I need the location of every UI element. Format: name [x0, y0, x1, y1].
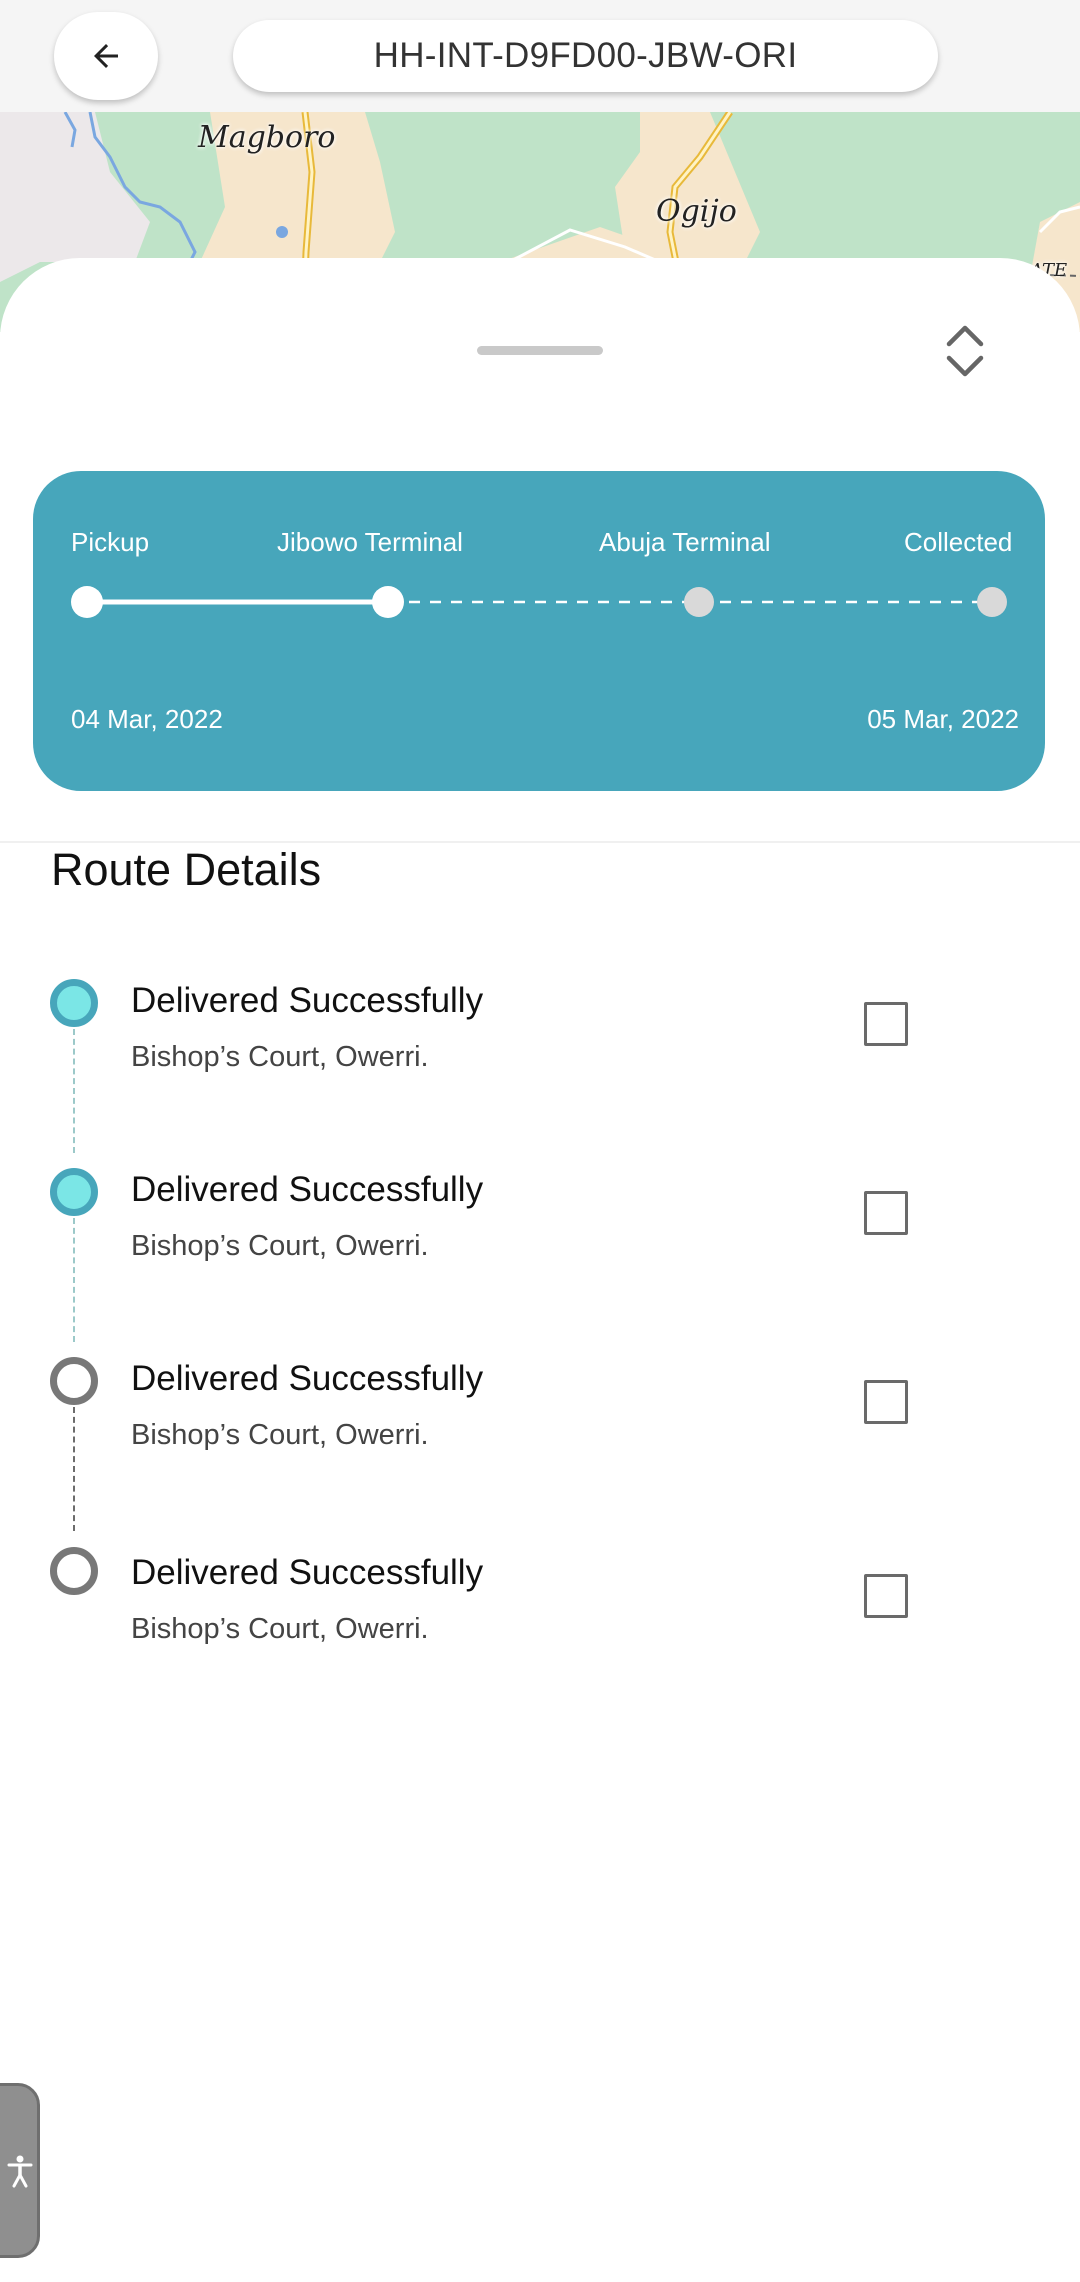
route-connector: [73, 1218, 75, 1342]
route-marker-pending: [50, 1357, 98, 1405]
progress-node: [977, 587, 1007, 617]
arrow-left-icon: [94, 44, 118, 68]
tracking-id-text: HH-INT-D9FD00-JBW-ORI: [373, 36, 798, 75]
route-item-checkbox[interactable]: [864, 1002, 908, 1046]
tracking-id-pill[interactable]: HH-INT-D9FD00-JBW-ORI: [233, 20, 938, 92]
route-item-address: Bishop’s Court, Owerri.: [131, 1419, 429, 1451]
chevron-up-down-icon[interactable]: [940, 320, 990, 382]
progress-node: [684, 587, 714, 617]
bottom-sheet: Pickup Jibowo Terminal Abuja Terminal Co…: [0, 258, 1080, 2282]
shipment-progress-card: Pickup Jibowo Terminal Abuja Terminal Co…: [33, 471, 1045, 791]
map-label-ogijo: Ogijo: [656, 194, 737, 229]
route-item-address: Bishop’s Court, Owerri.: [131, 1041, 429, 1073]
route-item-checkbox[interactable]: [864, 1191, 908, 1235]
accessibility-person-icon: [7, 2155, 33, 2187]
map-label-magboro: Magboro: [198, 120, 336, 155]
route-item-checkbox[interactable]: [864, 1574, 908, 1618]
route-connector: [73, 1029, 75, 1153]
route-details-title: Route Details: [51, 844, 322, 895]
route-item-title: Delivered Successfully: [131, 1359, 484, 1398]
back-button[interactable]: [54, 12, 158, 100]
route-item-checkbox[interactable]: [864, 1380, 908, 1424]
route-item-address: Bishop’s Court, Owerri.: [131, 1230, 429, 1262]
route-marker-completed: [50, 979, 98, 1027]
section-divider: [0, 841, 1080, 843]
route-marker-completed: [50, 1168, 98, 1216]
end-date: 05 Mar, 2022: [867, 704, 1019, 734]
route-item: Delivered Successfully Bishop’s Court, Ow…: [0, 1168, 1080, 1342]
drag-handle[interactable]: [477, 346, 603, 355]
accessibility-button[interactable]: [0, 2083, 40, 2258]
route-item-address: Bishop’s Court, Owerri.: [131, 1613, 429, 1645]
route-connector: [73, 1407, 75, 1531]
top-bar: HH-INT-D9FD00-JBW-ORI: [0, 0, 1080, 112]
route-item-title: Delivered Successfully: [131, 1170, 484, 1209]
route-item: Delivered Successfully Bishop’s Court, Ow…: [0, 1357, 1080, 1531]
progress-node: [71, 586, 103, 618]
progress-track: [71, 586, 1007, 618]
route-marker-pending: [50, 1547, 98, 1595]
route-item-title: Delivered Successfully: [131, 981, 484, 1020]
route-item: Delivered Successfully Bishop’s Court, Ow…: [0, 979, 1080, 1153]
start-date: 04 Mar, 2022: [71, 704, 223, 734]
route-item-title: Delivered Successfully: [131, 1553, 484, 1592]
route-item: Delivered Successfully Bishop’s Court, Ow…: [0, 1547, 1080, 1707]
progress-node: [372, 586, 404, 618]
